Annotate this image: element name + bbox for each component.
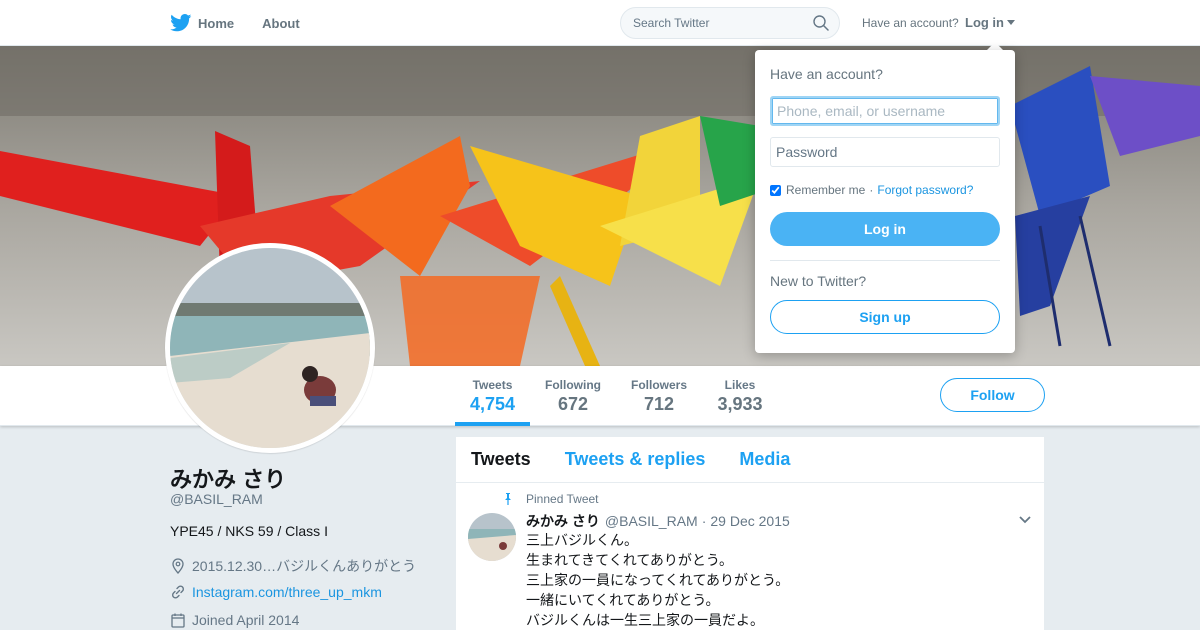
signup-button[interactable]: Sign up <box>770 300 1000 334</box>
tweet-author-name[interactable]: みかみ さり <box>526 511 600 531</box>
profile-handle[interactable]: @BASIL_RAM <box>170 491 263 507</box>
login-dropdown-title: Have an account? <box>770 66 883 82</box>
tweet-line: 一緒にいてくれてありがとう。 <box>526 592 720 608</box>
remember-me-label: Remember me <box>786 183 866 197</box>
username-input[interactable] <box>770 96 1000 126</box>
have-account-text: Have an account? <box>862 16 959 30</box>
profile-joined: Joined April 2014 <box>170 612 299 628</box>
login-menu-toggle[interactable]: Log in <box>965 15 1015 30</box>
tab-tweets[interactable]: Tweets <box>471 449 531 470</box>
tweet-line: 生まれてきてくれてありがとう。 <box>526 552 734 568</box>
tweet-line: 三上バジルくん。 <box>526 532 638 548</box>
login-button[interactable]: Log in <box>770 212 1000 246</box>
remember-row: Remember me · Forgot password? <box>770 183 973 197</box>
caret-down-icon <box>1007 20 1015 25</box>
nav-left: Home About <box>170 0 328 46</box>
profile-joined-text: Joined April 2014 <box>192 612 300 628</box>
tweet-line: 三上家の一員になってくれてありがとう。 <box>526 572 790 588</box>
tweet-separator: · <box>701 513 707 529</box>
timeline: Tweets Tweets & replies Media Pinned Twe… <box>456 437 1044 630</box>
dropdown-arrow <box>987 42 1003 50</box>
chevron-down-icon[interactable] <box>1018 513 1032 527</box>
pinned-tweet[interactable]: Pinned Tweet みかみ さり @BASIL_RAM · 29 Dec … <box>456 483 1044 630</box>
stat-followers-value: 712 <box>643 394 675 414</box>
stat-likes-value: 3,933 <box>717 394 763 414</box>
tweet-avatar[interactable] <box>468 513 516 561</box>
location-pin-icon <box>172 558 184 574</box>
tweet-date[interactable]: 29 Dec 2015 <box>710 513 789 529</box>
follow-button[interactable]: Follow <box>940 378 1045 412</box>
pinned-tweet-label: Pinned Tweet <box>526 492 599 506</box>
twitter-bird-icon <box>170 14 192 32</box>
nav-home-label: Home <box>198 15 235 31</box>
stat-following-value: 672 <box>557 394 589 414</box>
search-input[interactable] <box>633 8 813 38</box>
tweet-line: バジルくんは一生三上家の一員だよ。 <box>526 612 764 628</box>
stat-following[interactable]: Following 672 <box>544 378 602 415</box>
profile-location-text: 2015.12.30…バジルくんありがとう <box>192 558 417 574</box>
nav-home[interactable]: Home <box>170 14 234 32</box>
stat-likes[interactable]: Likes 3,933 <box>716 378 764 415</box>
tweet-header: みかみ さり @BASIL_RAM · 29 Dec 2015 <box>526 511 790 531</box>
calendar-icon <box>171 613 185 628</box>
tab-media[interactable]: Media <box>739 449 790 470</box>
stat-tweets-label: Tweets <box>472 378 513 392</box>
stat-tweets[interactable]: Tweets 4,754 <box>470 378 515 415</box>
password-input[interactable] <box>770 137 1000 167</box>
nav-about[interactable]: About <box>262 16 300 31</box>
tab-tweets-replies[interactable]: Tweets & replies <box>565 449 706 470</box>
dropdown-divider <box>770 260 1000 261</box>
nav-about-label: About <box>262 15 300 31</box>
search-icon[interactable] <box>813 15 829 31</box>
pinned-tweet-context: Pinned Tweet <box>502 492 599 506</box>
pin-icon <box>505 493 511 505</box>
profile-location: 2015.12.30…バジルくんありがとう <box>170 556 416 576</box>
login-dropdown: Have an account? Remember me · Forgot pa… <box>755 50 1015 353</box>
stat-followers[interactable]: Followers 712 <box>629 378 689 415</box>
search-box <box>620 7 840 39</box>
link-icon <box>171 585 185 599</box>
new-to-twitter-text: New to Twitter? <box>770 273 867 289</box>
profile-avatar[interactable] <box>165 243 375 453</box>
profile-website: Instagram.com/three_up_mkm <box>170 584 382 600</box>
stat-tweets-value: 4,754 <box>470 394 516 414</box>
profile-website-link[interactable]: Instagram.com/three_up_mkm <box>192 584 382 600</box>
top-navigation: Home About Have an account? Log in <box>0 0 1200 46</box>
stat-likes-label: Likes <box>724 378 756 392</box>
active-stat-underline <box>455 422 530 426</box>
stat-following-label: Following <box>545 378 601 392</box>
remember-separator: · <box>869 183 874 197</box>
tweet-author-handle[interactable]: @BASIL_RAM <box>605 513 698 529</box>
stat-followers-label: Followers <box>630 378 687 392</box>
tweet-avatar-image <box>468 513 516 561</box>
timeline-tabs: Tweets Tweets & replies Media <box>456 437 1044 483</box>
profile-name: みかみ さり <box>170 467 287 492</box>
forgot-password-link[interactable]: Forgot password? <box>877 183 973 197</box>
remember-me-checkbox[interactable] <box>770 184 781 196</box>
login-link-label: Log in <box>965 15 1004 30</box>
tweet-text: 三上バジルくん。 生まれてきてくれてありがとう。 三上家の一員になってくれてあり… <box>526 530 789 630</box>
avatar-image <box>170 248 370 448</box>
profile-bio: YPE45 / NKS 59 / Class I <box>170 523 328 539</box>
